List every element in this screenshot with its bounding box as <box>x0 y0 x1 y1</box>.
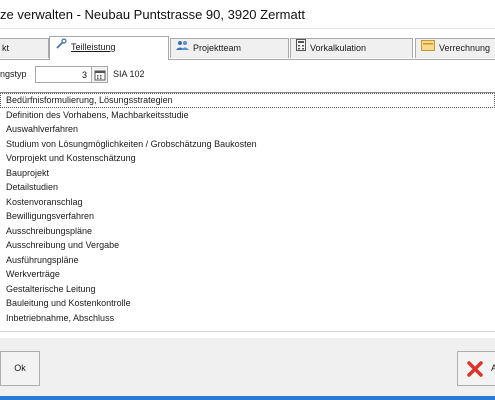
list-item[interactable]: Gestalterische Leitung <box>0 282 495 297</box>
list-item[interactable]: Definition des Vorhabens, Machbarkeitsst… <box>0 108 495 123</box>
window-title: ze verwalten - Neubau Puntstrasse 90, 39… <box>0 7 305 22</box>
tab-projektteam[interactable]: Projektteam <box>170 38 289 58</box>
tab-label: kt <box>2 43 10 53</box>
tab-verrechnung[interactable]: Verrechnung <box>415 38 495 58</box>
title-bar: ze verwalten - Neubau Puntstrasse 90, 39… <box>0 0 495 29</box>
tools-icon <box>55 37 67 58</box>
leistungstyp-input[interactable] <box>35 66 92 83</box>
list-item[interactable]: Kostenvoranschlag <box>0 195 495 210</box>
sia-standard-label: SIA 102 <box>113 69 145 79</box>
list-item[interactable]: Bauprojekt <box>0 166 495 181</box>
calendar-button[interactable] <box>92 66 108 83</box>
list-item[interactable]: Ausführungspläne <box>0 253 495 268</box>
tab-teilleistung[interactable]: Teilleistung <box>49 36 169 60</box>
tab-vorkalkulation[interactable]: Vorkalkulation <box>290 38 413 58</box>
tab-strip: kt Teilleistung Projektteam Vorkalkulati… <box>0 36 495 60</box>
list-item[interactable]: Werkverträge <box>0 267 495 282</box>
calculator-icon <box>296 39 306 58</box>
calendar-icon <box>94 70 106 81</box>
tab-projekt[interactable]: kt <box>0 38 49 58</box>
list-item[interactable]: Inbetriebnahme, Abschluss <box>0 311 495 326</box>
cancel-button[interactable]: A <box>457 351 495 386</box>
phase-list[interactable]: Bedürfnisformulierung, Lösungsstrategien… <box>0 92 495 332</box>
list-item[interactable]: Ausschreibungspläne <box>0 224 495 239</box>
list-item[interactable]: Auswahlverfahren <box>0 122 495 137</box>
tab-label: Projektteam <box>193 43 242 53</box>
cancel-button-label: A <box>491 363 495 373</box>
list-item[interactable]: Bauleitung und Kostenkontrolle <box>0 296 495 311</box>
list-item[interactable]: Bewilligungsverfahren <box>0 209 495 224</box>
ok-button-label: Ok <box>14 363 26 373</box>
list-item[interactable]: Bedürfnisformulierung, Lösungsstrategien <box>0 93 495 108</box>
invoice-icon <box>421 39 435 58</box>
people-icon <box>176 39 189 58</box>
tab-label: Verrechnung <box>439 43 491 53</box>
dialog-footer: Ok A <box>0 338 495 400</box>
tab-label: Teilleistung <box>71 42 116 52</box>
list-item[interactable]: Studium von Lösungmöglichkeiten / Grobsc… <box>0 137 495 152</box>
list-item[interactable]: Vorprojekt und Kostenschätzung <box>0 151 495 166</box>
tab-label: Vorkalkulation <box>310 43 367 53</box>
list-item[interactable]: Detailstudien <box>0 180 495 195</box>
window-bottom-border <box>0 396 495 400</box>
ok-button[interactable]: Ok <box>0 351 40 386</box>
leistungstyp-label: ngstyp <box>0 69 27 79</box>
close-icon <box>466 360 484 380</box>
list-item[interactable]: Ausschreibung und Vergabe <box>0 238 495 253</box>
